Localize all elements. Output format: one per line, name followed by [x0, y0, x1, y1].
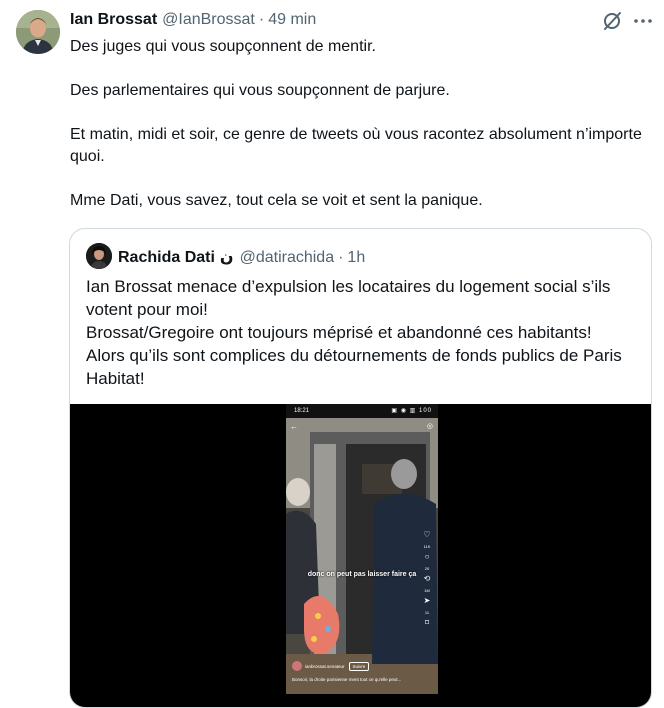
tweet-time[interactable]: 49 min — [268, 11, 316, 29]
quote-author-handle[interactable]: @datirachida — [240, 249, 335, 267]
status-time: 18:21 — [294, 408, 310, 414]
phone-status-bar: 18:21 ▣ ◉ ▥ 100 — [286, 404, 438, 418]
author-handle[interactable]: @IanBrossat — [162, 11, 255, 29]
heart-icon: ♡ — [423, 530, 431, 539]
tweet-paragraph: Des parlementaires qui vous soupçonnent … — [70, 82, 450, 99]
repost-count: 1M — [424, 588, 430, 593]
status-icons: ▣ ◉ ▥ 100 — [391, 408, 432, 414]
bookmark-icon: ⌑ — [424, 618, 430, 627]
quote-header: Rachida Dati ن @datirachida · 1h — [118, 247, 365, 267]
quote-text: Ian Brossat menace d’expulsion les locat… — [86, 275, 641, 390]
author-avatar[interactable] — [16, 10, 60, 54]
send-count: 11 — [424, 610, 430, 615]
back-arrow-icon: ← — [290, 422, 298, 431]
quote-line: Brossat/Gregoire ont toujours méprisé et… — [86, 323, 592, 342]
quote-author-name[interactable]: Rachida Dati — [118, 249, 215, 267]
author-name[interactable]: Ian Brossat — [70, 11, 157, 29]
reel-user-row: ianbrossat.senateur Suivre — [292, 661, 370, 671]
video-frame: 18:21 ▣ ◉ ▥ 100 ← ◎ donc on peut pas lai… — [286, 404, 438, 694]
tweet-header: Ian Brossat @IanBrossat · 49 min — [70, 11, 316, 31]
separator-dot: · — [338, 249, 344, 266]
tweet-paragraph: Des juges qui vous soupçonnent de mentir… — [70, 38, 376, 55]
tweet-paragraph: Mme Dati, vous savez, tout cela se voit … — [70, 192, 483, 209]
reel-follow-button: Suivre — [348, 661, 370, 671]
quote-line: Alors qu’ils sont complices du détournem… — [86, 346, 622, 388]
reel-avatar — [292, 661, 302, 671]
repost-icon: ⟲ — [423, 574, 431, 583]
quote-time[interactable]: 1h — [347, 249, 365, 267]
quote-line: Ian Brossat menace d’expulsion les locat… — [86, 277, 611, 319]
reel-action-icons: ♡ 11K ○ 20 ⟲ 1M ➤ 11 ⌑ — [420, 530, 434, 634]
video-caption: donc on peut pas laisser faire ça — [307, 571, 417, 578]
like-count: 11K — [423, 544, 431, 549]
comment-icon: ○ — [424, 552, 430, 561]
tweet-paragraph: Et matin, midi et soir, ce genre de twee… — [70, 126, 642, 165]
quote-author-avatar[interactable] — [86, 243, 112, 269]
comment-count: 20 — [424, 566, 430, 571]
send-icon: ➤ — [423, 596, 431, 605]
tweet-text: Des juges qui vous soupçonnent de mentir… — [70, 36, 650, 212]
video-player[interactable]: 18:21 ▣ ◉ ▥ 100 ← ◎ donc on peut pas lai… — [70, 404, 651, 707]
quote-author-emoji: ن — [219, 249, 234, 266]
camera-icon: ◎ — [426, 423, 433, 430]
separator-dot: · — [258, 11, 265, 28]
quoted-tweet[interactable]: Rachida Dati ن @datirachida · 1h Ian Bro… — [69, 228, 652, 708]
more-icon[interactable] — [631, 10, 655, 32]
grok-icon[interactable] — [601, 10, 623, 32]
reel-description: Bonsoir, la droite parisienne ment tout … — [292, 677, 402, 682]
reel-username: ianbrossat.senateur — [305, 663, 345, 669]
